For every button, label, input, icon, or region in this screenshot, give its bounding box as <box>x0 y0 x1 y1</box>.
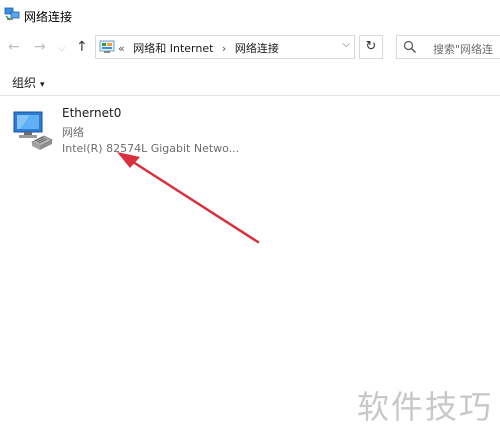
annotation-arrow <box>117 152 260 244</box>
watermark: 软件技巧 <box>357 388 494 426</box>
